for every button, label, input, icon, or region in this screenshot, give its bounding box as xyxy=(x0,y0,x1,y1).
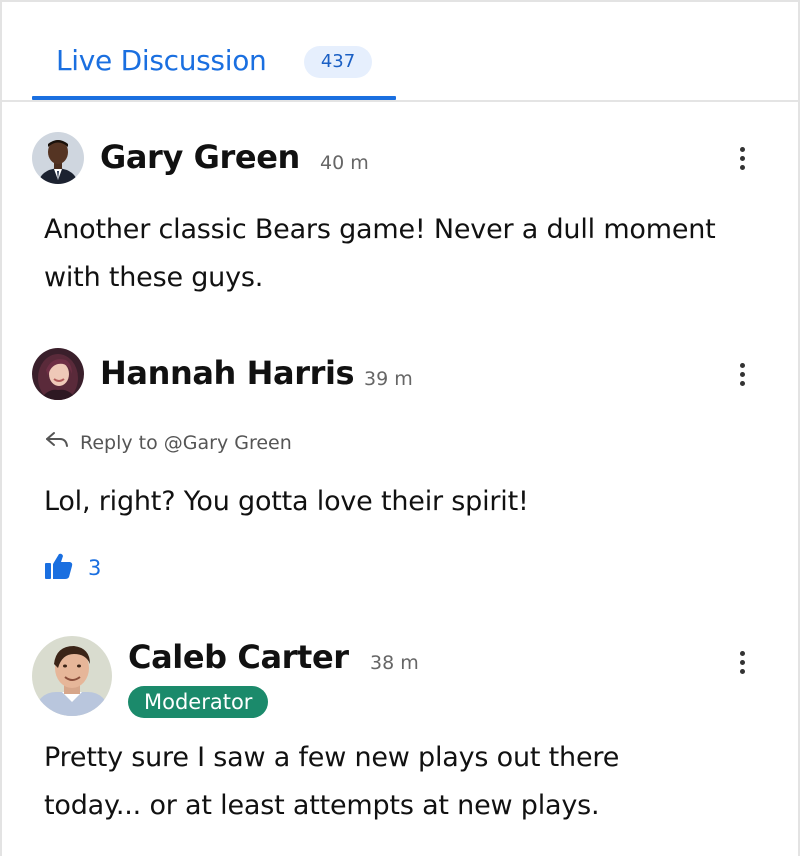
avatar[interactable] xyxy=(32,348,84,400)
comment-count-badge: 437 xyxy=(304,46,372,78)
reply-arrow-icon xyxy=(44,430,70,455)
comment-timestamp: 38 m xyxy=(370,652,419,674)
like-count: 3 xyxy=(88,556,102,580)
kebab-menu-icon[interactable] xyxy=(730,140,754,176)
kebab-menu-icon[interactable] xyxy=(730,356,754,392)
comment-author[interactable]: Gary Green xyxy=(100,138,300,176)
comment-item: Hannah Harris 39 m Reply to @Gary Green … xyxy=(2,348,798,598)
comment-author[interactable]: Hannah Harris xyxy=(100,354,355,392)
comment-text: Pretty sure I saw a few new plays out th… xyxy=(44,742,620,821)
kebab-menu-icon[interactable] xyxy=(730,644,754,680)
moderator-badge: Moderator xyxy=(128,686,269,718)
comment-text: Another classic Bears game! Never a dull… xyxy=(44,214,716,293)
comment-item: Gary Green 40 m Another classic Bears ga… xyxy=(2,132,798,322)
thumbs-up-icon xyxy=(44,552,74,584)
like-button[interactable]: 3 xyxy=(44,552,101,584)
comment-author[interactable]: Caleb Carter xyxy=(128,638,349,676)
avatar[interactable] xyxy=(32,132,84,184)
tab-live-discussion[interactable]: Live Discussion 437 xyxy=(32,44,396,100)
comment-text: Lol, right? You gotta love their spirit! xyxy=(44,486,529,517)
active-tab-indicator xyxy=(32,96,396,100)
tab-label: Live Discussion xyxy=(56,44,267,77)
tab-bar: Live Discussion 437 xyxy=(2,2,798,102)
reply-to-label: Reply to @Gary Green xyxy=(80,431,292,454)
comment-timestamp: 39 m xyxy=(364,368,413,390)
reply-to-indicator[interactable]: Reply to @Gary Green xyxy=(44,430,292,455)
comment-timestamp: 40 m xyxy=(320,152,369,174)
avatar[interactable] xyxy=(32,636,112,716)
comment-item: Caleb Carter 38 m Moderator Pretty sure … xyxy=(2,636,798,856)
discussion-panel: Live Discussion 437 Gary Green 40 m Anot… xyxy=(0,0,800,856)
